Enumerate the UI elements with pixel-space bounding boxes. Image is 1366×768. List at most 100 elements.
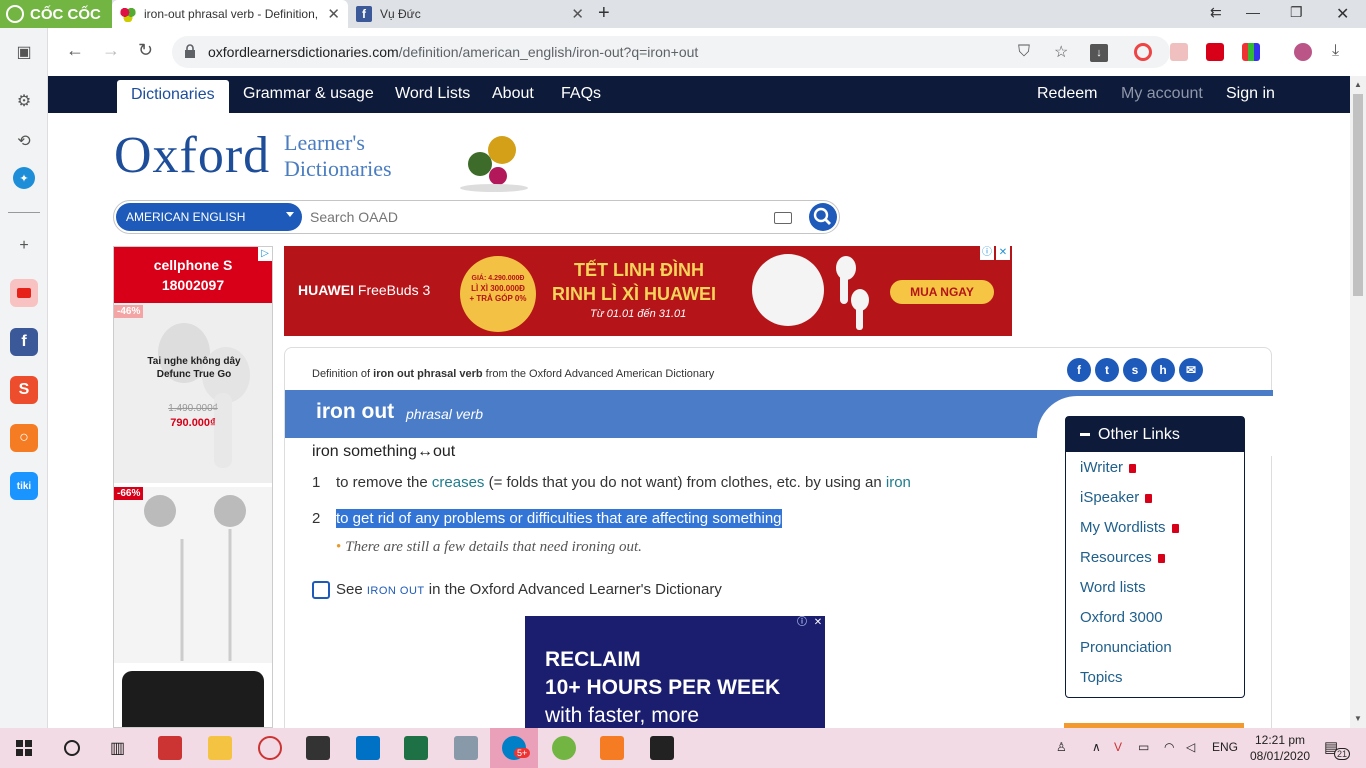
tiki-icon[interactable]: tiki [10, 472, 38, 500]
task-view-icon[interactable]: ▥ [110, 738, 125, 758]
link-ispeaker[interactable]: iSpeaker [1080, 489, 1153, 506]
nav-grammar-usage[interactable]: Grammar & usage [243, 85, 374, 103]
battery-icon[interactable]: ▭ [1138, 740, 1149, 754]
wifi-icon[interactable]: ◠ [1164, 740, 1174, 754]
extension-adblock-icon[interactable] [1170, 43, 1188, 61]
taskbar-app-3-icon[interactable] [258, 736, 282, 760]
search-button[interactable] [809, 203, 837, 231]
taskbar-app-4-icon[interactable] [306, 736, 330, 760]
nav-about[interactable]: About [492, 85, 534, 103]
link-iron[interactable]: iron [886, 474, 911, 491]
scrollbar-thumb[interactable] [1353, 94, 1363, 296]
minimize-icon[interactable]: — [1246, 4, 1260, 20]
new-tab-icon[interactable]: + [598, 2, 610, 25]
adchoices-icon[interactable]: ⓘ [980, 246, 994, 260]
other-links-header[interactable]: Other Links [1066, 417, 1244, 452]
clock[interactable]: 12:21 pm 08/01/2020 [1250, 732, 1310, 764]
nav-faqs[interactable]: FAQs [561, 85, 601, 103]
photos-icon[interactable] [650, 736, 674, 760]
forward-icon[interactable]: → [102, 40, 120, 61]
nav-dictionaries[interactable]: Dictionaries [117, 80, 229, 113]
sense-2: 2 to get rid of any problems or difficult… [312, 509, 782, 528]
nav-my-account[interactable]: My account [1121, 85, 1203, 103]
shopee-icon[interactable]: S [10, 376, 38, 404]
link-resources[interactable]: Resources [1080, 549, 1165, 566]
shield-icon[interactable]: ⛉ [1018, 43, 1030, 61]
adchoices-icon[interactable]: ▷ [258, 247, 272, 261]
facebook-share-icon[interactable]: f [1067, 358, 1091, 382]
ad-left-cellphones[interactable]: cellphone S 18002097 ▷ -46% Tai nghe khô… [113, 246, 273, 728]
hi5-share-icon[interactable]: h [1151, 358, 1175, 382]
search-input[interactable] [310, 209, 750, 225]
scroll-down-icon[interactable]: ▼ [1354, 714, 1362, 723]
profile-avatar-icon[interactable] [1294, 43, 1312, 61]
ad-cta-button[interactable]: MUA NGAY [890, 280, 994, 304]
windows-start-icon[interactable] [16, 740, 32, 756]
link-topics[interactable]: Topics [1080, 669, 1123, 686]
ad-close-icon[interactable]: ✕ [996, 246, 1010, 260]
extension-coccoc-icon[interactable] [1134, 43, 1152, 61]
history-icon[interactable]: ⟲ [10, 127, 38, 155]
unikey-icon[interactable]: V [1114, 740, 1122, 754]
keyboard-icon[interactable] [774, 212, 792, 224]
nav-sign-in[interactable]: Sign in [1226, 85, 1275, 103]
taskbar-app-1-icon[interactable] [158, 736, 182, 760]
volume-icon[interactable]: ◁ [1186, 740, 1195, 754]
link-word-lists[interactable]: Word lists [1080, 579, 1146, 596]
search-app-icon[interactable]: ○ [10, 424, 38, 452]
reload-icon[interactable]: ↻ [138, 40, 153, 61]
tab-search-icon[interactable]: ⇇ [1210, 4, 1222, 21]
tab-close-icon[interactable]: ✕ [571, 5, 584, 23]
bookmark-star-icon[interactable]: ☆ [1054, 42, 1068, 62]
add-shortcut-icon[interactable]: + [10, 232, 38, 260]
link-iwriter[interactable]: iWriter [1080, 459, 1137, 476]
back-icon[interactable]: ← [66, 40, 84, 61]
input-language[interactable]: ENG [1212, 740, 1238, 754]
lock-icon [1157, 553, 1165, 563]
extension-colors-icon[interactable] [1242, 43, 1260, 61]
coccoc-brand[interactable]: CỐC CỐC [0, 0, 112, 28]
scroll-up-icon[interactable]: ▲ [1354, 80, 1362, 89]
messenger-icon[interactable]: ✦ [13, 167, 35, 189]
link-oxford-3000[interactable]: Oxford 3000 [1080, 609, 1163, 626]
logo-oxford[interactable]: Oxford [114, 126, 270, 185]
facebook-icon[interactable]: f [10, 328, 38, 356]
tab-close-icon[interactable]: ✕ [327, 5, 340, 23]
nav-word-lists[interactable]: Word Lists [395, 85, 470, 103]
close-window-icon[interactable]: ✕ [1336, 4, 1349, 24]
language-select[interactable]: AMERICAN ENGLISH [116, 203, 302, 231]
youtube-icon[interactable] [10, 279, 38, 307]
ad-close-icon[interactable]: ✕ [811, 616, 825, 630]
people-icon[interactable]: ♙ [1056, 740, 1067, 754]
excel-icon[interactable] [404, 736, 428, 760]
adchoices-icon[interactable]: ⓘ [795, 616, 809, 630]
extension-red-icon[interactable] [1206, 43, 1224, 61]
cortana-search-icon[interactable] [64, 740, 80, 756]
page-scrollbar[interactable]: ▲ ▼ [1350, 76, 1366, 728]
twitter-share-icon[interactable]: t [1095, 358, 1119, 382]
coccoc-taskbar-icon[interactable] [552, 736, 576, 760]
email-share-icon[interactable]: ✉ [1179, 358, 1203, 382]
ad-bottom[interactable]: RECLAIM 10+ HOURS PER WEEK with faster, … [525, 616, 825, 728]
nav-redeem[interactable]: Redeem [1037, 85, 1097, 103]
download-icon[interactable]: ⤓ [1332, 42, 1339, 60]
ad-left-product-phone [122, 671, 264, 727]
settings-gear-icon[interactable]: ⚙ [10, 87, 38, 115]
tab-oxford[interactable]: iron-out phrasal verb - Definition, ✕ [112, 0, 348, 28]
address-bar[interactable]: oxfordlearnersdictionaries.com/definitio… [172, 36, 1170, 68]
outlook-icon[interactable] [356, 736, 380, 760]
foxit-icon[interactable] [600, 736, 624, 760]
link-my-wordlists[interactable]: My Wordlists [1080, 519, 1179, 536]
link-creases[interactable]: creases [432, 474, 485, 491]
download-page-icon[interactable]: ↓ [1090, 44, 1108, 62]
taskbar-app-7-icon[interactable] [454, 736, 478, 760]
tab-facebook[interactable]: f Vụ Đức ✕ [348, 0, 592, 28]
stumbleupon-share-icon[interactable]: s [1123, 358, 1147, 382]
link-pronunciation[interactable]: Pronunciation [1080, 639, 1172, 656]
maximize-icon[interactable]: ❐ [1290, 4, 1303, 21]
tray-expand-icon[interactable]: ∧ [1092, 740, 1101, 754]
sidebar-toggle-icon[interactable]: ▣ [10, 38, 38, 66]
ad-top-huawei[interactable]: HUAWEI FreeBuds 3 GIÁ: 4.290.000Đ LÌ XÌ … [284, 246, 1012, 336]
link-iron-out-oald[interactable]: iron out [367, 585, 425, 597]
file-explorer-icon[interactable] [208, 736, 232, 760]
